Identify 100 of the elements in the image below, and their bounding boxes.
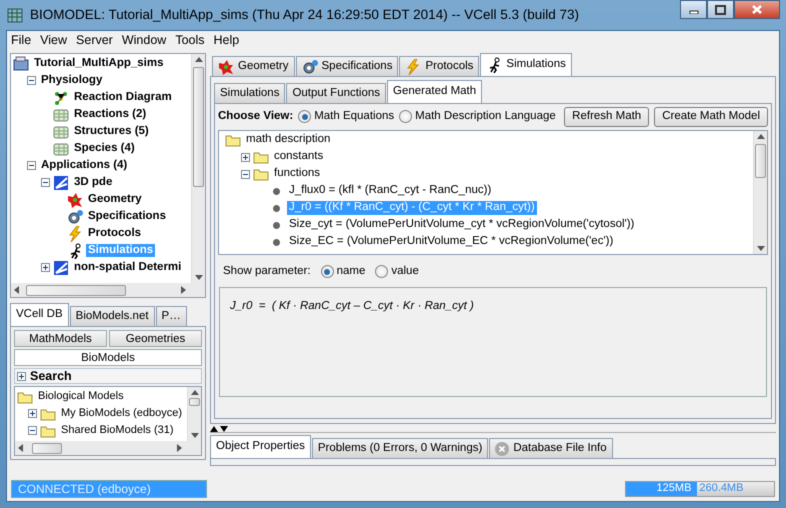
splitter-arrows-icon[interactable] bbox=[210, 425, 228, 432]
application-tab[interactable]: Protocols bbox=[399, 56, 480, 76]
expand-toggle-icon[interactable] bbox=[41, 263, 50, 272]
tree-item[interactable]: Physiology bbox=[39, 74, 104, 88]
collapse-toggle-icon[interactable] bbox=[27, 76, 36, 85]
geometry-icon bbox=[67, 192, 83, 208]
scroll-up-arrow[interactable] bbox=[190, 389, 198, 396]
menu-item[interactable]: View bbox=[40, 33, 68, 49]
collapse-toggle-icon[interactable] bbox=[41, 178, 50, 187]
tree-item[interactable]: Structures (5) bbox=[72, 124, 151, 138]
simulation-tab[interactable]: Generated Math bbox=[387, 80, 482, 103]
simulation-tab[interactable]: Simulations bbox=[214, 83, 286, 103]
maximize-icon bbox=[715, 4, 726, 14]
collapse-toggle-icon[interactable] bbox=[241, 170, 250, 179]
tree-item[interactable]: Size_cyt = (VolumePerUnitVolume_cyt * vcRegionVolume('cytosol')) bbox=[287, 218, 636, 232]
action-button[interactable]: Refresh Math bbox=[564, 107, 650, 127]
radio-label[interactable]: value bbox=[391, 264, 419, 279]
scroll-up-arrow[interactable] bbox=[756, 132, 764, 140]
tree-item[interactable]: constants bbox=[272, 150, 326, 164]
tree-item[interactable]: Applications (4) bbox=[39, 158, 130, 172]
model-document-icon bbox=[13, 56, 29, 72]
radio-button[interactable] bbox=[298, 110, 312, 124]
category-tab[interactable]: BioModels bbox=[14, 349, 202, 366]
scroll-up-arrow[interactable] bbox=[194, 56, 202, 63]
tree-item[interactable]: Shared BioModels (31) bbox=[59, 424, 176, 438]
search-section-bar[interactable]: Search bbox=[14, 368, 202, 384]
tree-item[interactable]: math description bbox=[244, 133, 332, 148]
maximize-button[interactable] bbox=[707, 0, 734, 19]
scrollbar-thumb[interactable] bbox=[755, 144, 766, 178]
application-tab[interactable]: Simulations bbox=[480, 53, 572, 76]
menu-item[interactable]: Tools bbox=[175, 33, 205, 49]
scrollbar-thumb[interactable] bbox=[189, 398, 200, 406]
scrollbar-thumb[interactable] bbox=[32, 442, 62, 454]
collapse-toggle-icon[interactable] bbox=[28, 426, 37, 435]
minimize-button[interactable] bbox=[680, 0, 707, 19]
menu-item[interactable]: Server bbox=[76, 33, 113, 49]
tree-item[interactable]: Species (4) bbox=[72, 142, 137, 156]
close-icon bbox=[751, 4, 763, 15]
bullet-icon bbox=[273, 238, 280, 246]
scroll-right-arrow[interactable] bbox=[176, 444, 183, 452]
radio-label[interactable]: name bbox=[336, 264, 366, 279]
table-icon bbox=[53, 140, 69, 156]
scroll-left-arrow[interactable] bbox=[13, 286, 20, 294]
tree-item[interactable]: Specifications bbox=[86, 210, 168, 224]
show-parameter-label: Show parameter: bbox=[223, 264, 311, 279]
database-tab[interactable]: VCell DB bbox=[10, 303, 69, 326]
tree-item[interactable]: Size_EC = (VolumePerUnitVolume_EC * vcRegionVolume('ec')) bbox=[287, 235, 616, 250]
tree-item[interactable]: Reactions (2) bbox=[72, 108, 148, 122]
panel-tab[interactable]: Object Properties bbox=[210, 435, 311, 458]
radio-button[interactable] bbox=[320, 265, 334, 278]
radio-label[interactable]: Math Equations bbox=[314, 110, 394, 124]
simulation-tab[interactable]: Output Functions bbox=[286, 83, 386, 103]
scroll-right-arrow[interactable] bbox=[180, 286, 187, 294]
database-tab[interactable]: BioModels.net bbox=[70, 306, 155, 326]
reaction-diagram-icon bbox=[53, 90, 69, 106]
radio-button[interactable] bbox=[375, 265, 388, 278]
bullet-icon bbox=[273, 204, 280, 212]
radio-button[interactable] bbox=[399, 110, 412, 124]
panel-tab[interactable]: Database File Info bbox=[489, 438, 613, 458]
scrollbar-thumb[interactable] bbox=[26, 284, 126, 296]
bullet-icon bbox=[273, 222, 280, 229]
scroll-left-arrow[interactable] bbox=[17, 444, 24, 452]
expand-toggle-icon[interactable] bbox=[28, 409, 37, 418]
tree-item[interactable]: Reaction Diagram bbox=[72, 90, 174, 104]
menu-item[interactable]: Help bbox=[214, 33, 240, 49]
tree-item[interactable]: Biological Models bbox=[36, 390, 126, 404]
choose-view-label: Choose View: bbox=[218, 110, 294, 124]
lightning-bolt-icon bbox=[405, 58, 422, 74]
tree-item[interactable]: My BioModels (edboyce) bbox=[59, 406, 184, 420]
category-tab[interactable]: Geometries bbox=[109, 330, 202, 347]
tree-item[interactable]: Geometry bbox=[86, 192, 144, 206]
tree-item[interactable]: 3D pde bbox=[72, 176, 114, 190]
application-tab[interactable]: Specifications bbox=[296, 56, 398, 76]
scroll-down-arrow[interactable] bbox=[190, 432, 198, 439]
category-tab[interactable]: MathModels bbox=[14, 330, 107, 347]
scrollbar-thumb[interactable] bbox=[193, 67, 204, 187]
menu-item[interactable]: Window bbox=[122, 33, 166, 49]
radio-label[interactable]: Math Description Language bbox=[415, 110, 556, 124]
lightning-bolt-icon bbox=[67, 226, 83, 242]
memory-used-text: 125MB bbox=[656, 482, 692, 496]
tree-item[interactable]: Protocols bbox=[86, 226, 144, 240]
database-tab[interactable]: P… bbox=[156, 306, 187, 326]
equation-text: J_r0 = ( Kf · RanC_cyt – C_cyt · Kr · Ran_cyt ) bbox=[230, 300, 474, 312]
search-label: Search bbox=[30, 368, 72, 384]
application-tab[interactable]: Geometry bbox=[212, 56, 294, 76]
expand-toggle-icon[interactable] bbox=[241, 152, 250, 162]
collapse-toggle-icon[interactable] bbox=[27, 161, 36, 170]
expand-toggle-icon[interactable] bbox=[17, 372, 26, 380]
scroll-down-arrow[interactable] bbox=[756, 244, 764, 252]
connection-status: CONNECTED (edboyce) bbox=[11, 480, 207, 498]
action-button[interactable]: Create Math Model bbox=[654, 107, 768, 127]
tree-item[interactable]: Tutorial_MultiApp_sims bbox=[32, 56, 166, 70]
close-button[interactable] bbox=[734, 0, 780, 19]
panel-tab[interactable]: Problems (0 Errors, 0 Warnings) bbox=[312, 438, 488, 458]
tree-item[interactable]: J_flux0 = (kfl * (RanC_cyt - RanC_nuc)) bbox=[287, 184, 494, 198]
scroll-down-arrow[interactable] bbox=[194, 274, 202, 281]
menu-item[interactable]: File bbox=[11, 33, 32, 49]
app-icon bbox=[6, 6, 24, 24]
tree-item[interactable]: non-spatial Determi bbox=[72, 260, 184, 274]
tree-item[interactable]: functions bbox=[272, 167, 322, 182]
